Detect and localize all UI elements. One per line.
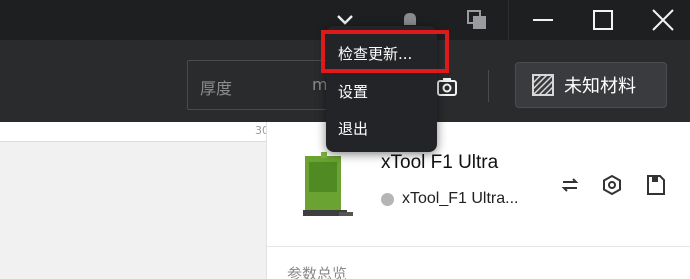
menu-item-exit[interactable]: 退出 bbox=[338, 118, 368, 139]
minimize-icon[interactable] bbox=[520, 0, 566, 40]
work-canvas[interactable]: 30 bbox=[0, 122, 269, 279]
titlebar-separator bbox=[508, 0, 509, 40]
switch-device-icon[interactable] bbox=[559, 174, 581, 196]
menu-item-settings[interactable]: 设置 bbox=[338, 81, 368, 102]
toolbar-divider bbox=[488, 70, 489, 102]
device-sub-name: xTool_F1 Ultra... bbox=[402, 190, 519, 207]
camera-refresh-icon[interactable] bbox=[436, 76, 458, 98]
device-status[interactable]: xTool_F1 Ultra... bbox=[381, 190, 518, 208]
close-icon[interactable] bbox=[640, 0, 686, 40]
horizontal-ruler: 30 bbox=[0, 122, 269, 142]
device-image bbox=[295, 150, 355, 222]
highlight-box bbox=[321, 30, 449, 73]
settings-icon[interactable] bbox=[601, 174, 623, 196]
thickness-field[interactable]: 厚度 m bbox=[187, 60, 337, 110]
section-title: 参数总览 bbox=[287, 265, 348, 279]
material-button[interactable]: 未知材料 bbox=[515, 62, 667, 108]
device-name: xTool F1 Ultra bbox=[381, 152, 499, 173]
thickness-label: 厚度 bbox=[200, 79, 233, 98]
save-icon[interactable] bbox=[645, 174, 667, 196]
panel-divider bbox=[267, 246, 690, 247]
maximize-icon[interactable] bbox=[580, 0, 626, 40]
status-dot bbox=[381, 192, 394, 206]
copy-icon[interactable] bbox=[462, 0, 492, 40]
material-icon bbox=[532, 74, 554, 96]
material-label: 未知材料 bbox=[564, 76, 636, 97]
